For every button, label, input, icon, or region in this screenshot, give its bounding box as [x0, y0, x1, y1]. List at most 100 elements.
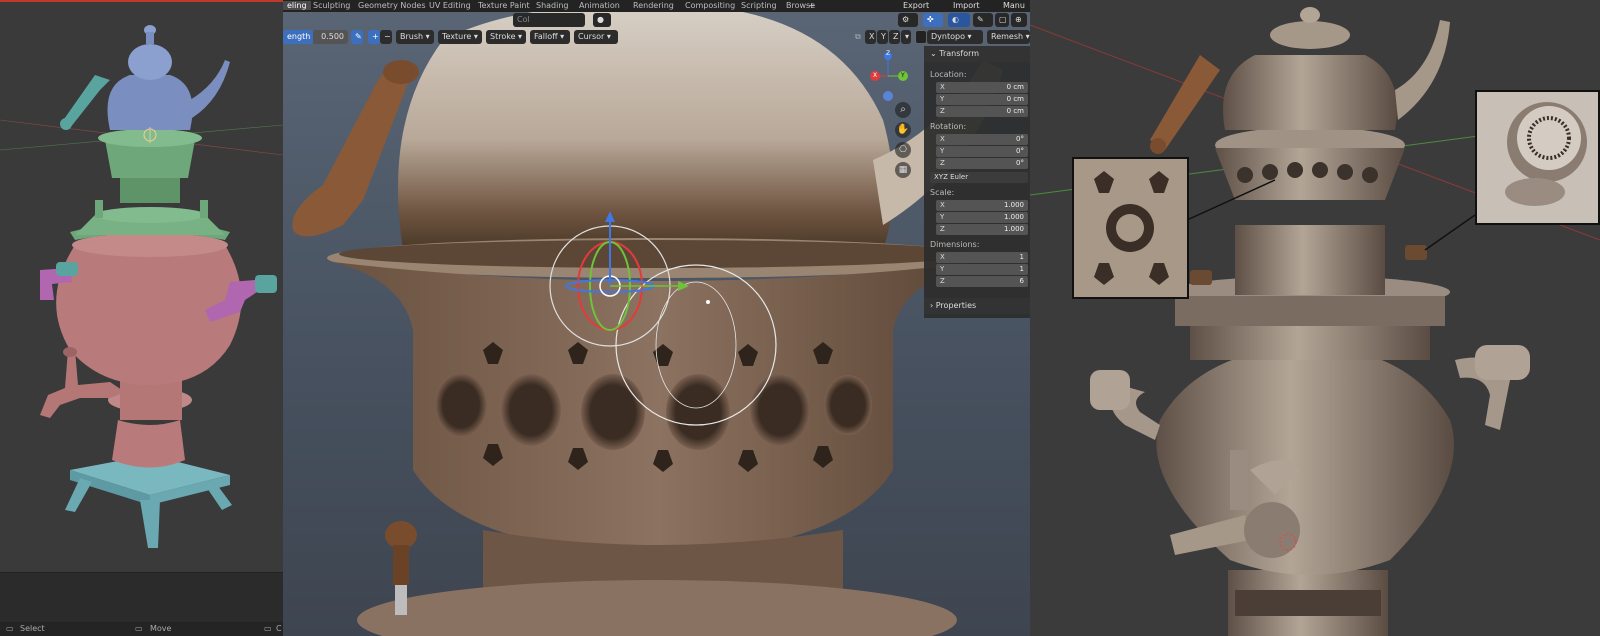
field-value: 0° — [1016, 147, 1024, 155]
remesh-dropdown[interactable]: Remesh ▾ — [987, 30, 1030, 44]
mouse-right-icon: ▭ — [264, 624, 272, 633]
symmetry-x-button[interactable]: X — [865, 30, 876, 44]
world-button[interactable]: ⊕ — [1011, 13, 1027, 27]
field-value: 0 cm — [1006, 83, 1024, 91]
location-y-field[interactable]: Y 0 cm — [936, 94, 1028, 105]
detail-inset-knob — [1475, 90, 1600, 225]
axis-label: X — [940, 135, 945, 143]
axis-label: Z — [940, 277, 945, 285]
transform-header[interactable]: ⌄ Transform — [924, 46, 1030, 62]
overlay-dropdown[interactable]: ● — [593, 13, 611, 27]
manual-menu[interactable]: Manu — [1003, 1, 1025, 10]
scale-y-field[interactable]: Y 1.000 — [936, 212, 1028, 223]
app-root: ▭ Select ▭ Move ▭ C Z X Y ⌕ ✋ ⎔ ▦ eling … — [0, 0, 1600, 636]
field-value: 1 — [1019, 265, 1024, 273]
dimensions-z-field[interactable]: Z6 — [936, 276, 1028, 287]
symmetry-y-button[interactable]: Y — [877, 30, 888, 44]
mouse-left-icon: ▭ — [6, 624, 14, 633]
dyntopo-label: Dyntopo — [931, 32, 965, 41]
tab-sculpting[interactable]: Sculpting — [313, 1, 350, 10]
status-select: Select — [20, 624, 45, 633]
field-value: 0 cm — [1006, 107, 1024, 115]
properties-title: Properties — [935, 301, 977, 310]
dimensions-label: Dimensions: — [930, 240, 980, 249]
dyntopo-checkbox[interactable] — [915, 30, 927, 44]
gizmo-toggle-button[interactable]: ⚙ — [898, 13, 918, 27]
add-workspace-button[interactable]: + — [808, 1, 815, 10]
strength-value-field[interactable]: 0.500 — [313, 30, 348, 44]
symmetry-z-button[interactable]: Z — [889, 30, 900, 44]
tab-geometry-nodes[interactable]: Geometry Nodes — [358, 1, 425, 10]
location-x-field[interactable]: X 0 cm — [936, 82, 1028, 93]
tab-compositing[interactable]: Compositing — [685, 1, 735, 10]
detail-inset-pattern — [1072, 157, 1189, 299]
samovar-closeup — [292, 4, 1003, 636]
nav-gizmo-x-label[interactable]: X — [873, 72, 877, 79]
camera-icon[interactable]: ⎔ — [895, 142, 911, 158]
axis-label: Y — [940, 265, 945, 273]
location-z-field[interactable]: Z 0 cm — [936, 106, 1028, 117]
brush-mode-button[interactable]: ✎ — [973, 13, 993, 27]
tab-animation[interactable]: Animation — [579, 1, 620, 10]
transform-toggle-button[interactable]: ✜ — [923, 13, 943, 27]
axis-label: X — [940, 201, 945, 209]
dyntopo-dropdown[interactable]: Dyntopo ▾ — [927, 30, 983, 44]
sculpt-viewport[interactable]: Z X Y ⌕ ✋ ⎔ ▦ eling Sculpting Geometry N… — [283, 0, 1030, 636]
cursor-dropdown-label: Cursor — [578, 32, 605, 41]
tab-scripting[interactable]: Scripting — [741, 1, 777, 10]
hand-icon[interactable]: ✋ — [895, 122, 911, 138]
rotation-z-field[interactable]: Z 0° — [936, 158, 1028, 169]
field-value: 0 cm — [1006, 95, 1024, 103]
dimensions-x-field[interactable]: X1 — [936, 252, 1028, 263]
properties-header[interactable]: › Properties — [924, 298, 1030, 314]
tab-shading[interactable]: Shading — [536, 1, 569, 10]
left-viewport[interactable] — [0, 0, 283, 636]
clay-samovar — [0, 25, 283, 548]
cursor-dropdown[interactable]: Cursor ▾ — [574, 30, 618, 44]
timeline-panel[interactable] — [0, 572, 283, 622]
nav-gizmo-y-label[interactable]: Y — [901, 72, 905, 79]
field-value: 1.000 — [1003, 213, 1024, 221]
status-move: Move — [150, 624, 172, 633]
remesh-label: Remesh — [991, 32, 1024, 41]
texture-dropdown[interactable]: Texture ▾ — [438, 30, 482, 44]
tab-modeling[interactable]: eling — [283, 1, 311, 10]
scale-x-field[interactable]: X 1.000 — [936, 200, 1028, 211]
rotation-mode-dropdown[interactable]: XYZ Euler — [930, 172, 1028, 183]
dimensions-y-field[interactable]: Y1 — [936, 264, 1028, 275]
tab-rendering[interactable]: Rendering — [633, 1, 674, 10]
rotation-x-field[interactable]: X 0° — [936, 134, 1028, 145]
symmetry-icon: ⧉ — [855, 32, 861, 41]
rotation-y-field[interactable]: Y 0° — [936, 146, 1028, 157]
subtract-mode-button[interactable]: − — [380, 30, 392, 44]
collection-search-field[interactable]: Col — [513, 13, 585, 27]
field-value: 1.000 — [1003, 225, 1024, 233]
status-context: C — [276, 624, 282, 633]
render-view — [1030, 0, 1600, 636]
zoom-icon[interactable]: ⌕ — [895, 102, 911, 118]
falloff-dropdown[interactable]: Falloff ▾ — [530, 30, 570, 44]
brush-dropdown[interactable]: Brush ▾ — [396, 30, 434, 44]
grid-icon[interactable]: ▦ — [895, 162, 911, 178]
add-mode-button[interactable]: + — [368, 30, 380, 44]
tab-uv-editing[interactable]: UV Editing — [429, 1, 471, 10]
pressure-toggle-icon[interactable]: ✎ — [351, 30, 363, 44]
falloff-dropdown-label: Falloff — [534, 32, 558, 41]
export-menu[interactable]: Export — [903, 1, 929, 10]
status-bar: ▭ Select ▭ Move ▭ C — [0, 622, 283, 636]
shading-solid-button[interactable]: ◐ — [948, 13, 970, 27]
import-menu[interactable]: Import — [953, 1, 980, 10]
nav-gizmo-z-label[interactable]: Z — [886, 50, 890, 57]
field-value: 0° — [1016, 159, 1024, 167]
axis-label: X — [940, 83, 945, 91]
axis-label: X — [940, 253, 945, 261]
rotation-label: Rotation: — [930, 122, 967, 131]
stroke-dropdown[interactable]: Stroke ▾ — [486, 30, 526, 44]
symmetry-options-chevron-icon[interactable]: ▾ — [901, 30, 911, 44]
mask-button[interactable]: ▢ — [995, 13, 1009, 27]
expand-chevron-icon: › — [930, 301, 934, 310]
workspace-tabs: eling Sculpting Geometry Nodes UV Editin… — [283, 0, 1030, 12]
tab-texture-paint[interactable]: Texture Paint — [478, 1, 530, 10]
scale-z-field[interactable]: Z 1.000 — [936, 224, 1028, 235]
transform-panel[interactable]: ⌄ Transform Location: X0 cm Y0 cm Z0 cm … — [924, 46, 1030, 318]
